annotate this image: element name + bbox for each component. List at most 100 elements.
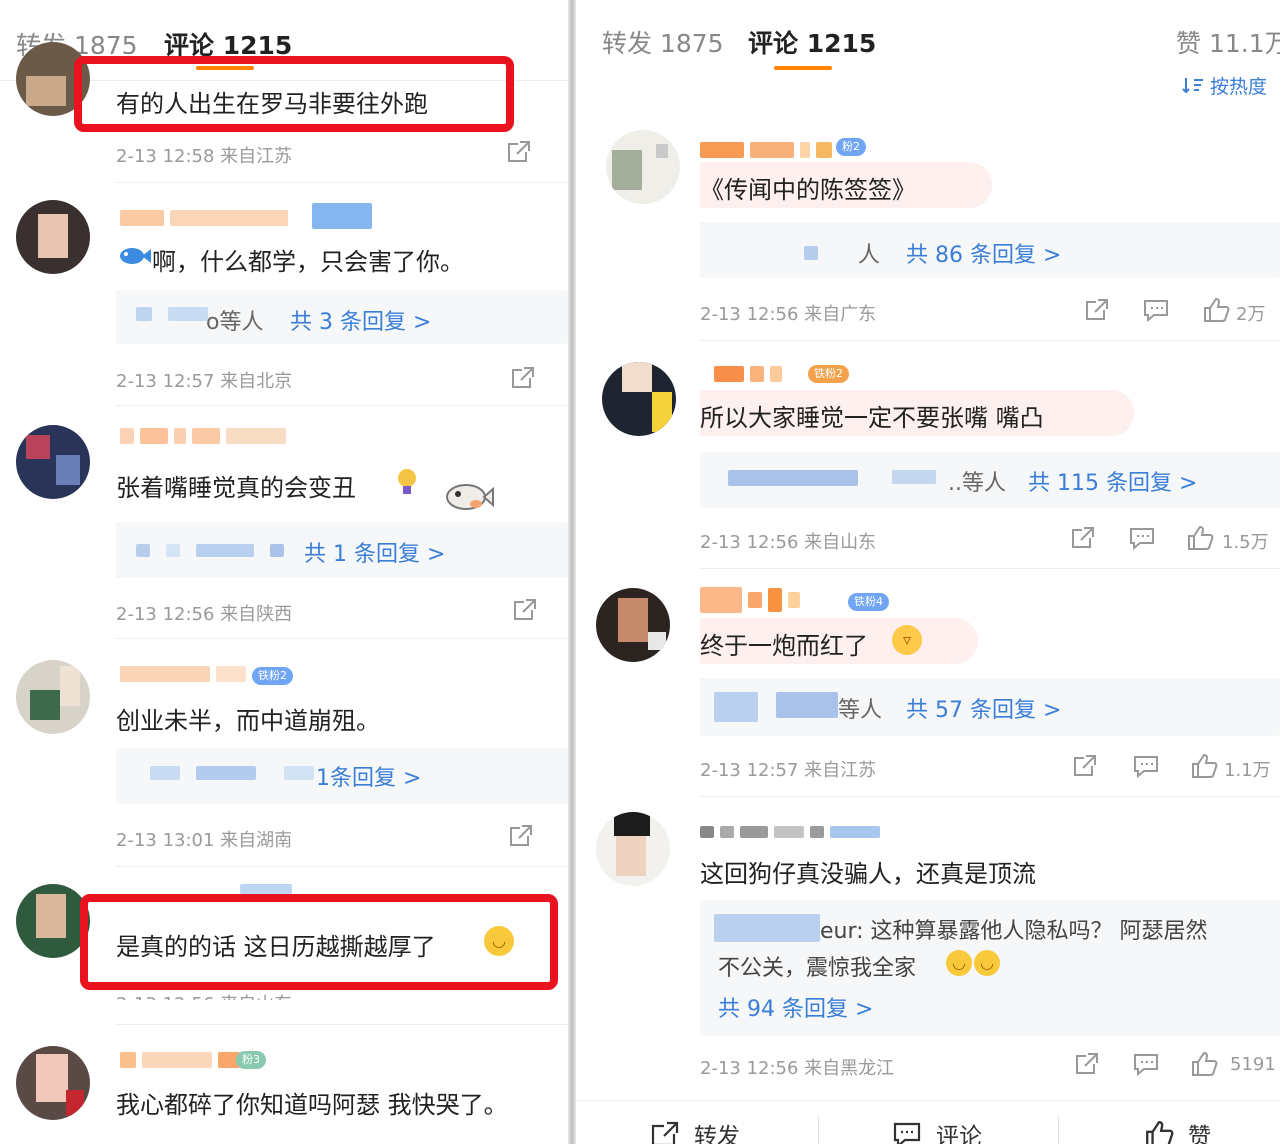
avatar[interactable] bbox=[606, 130, 680, 204]
avatar[interactable] bbox=[596, 812, 670, 886]
divider bbox=[116, 638, 568, 639]
comment-label: 评论 bbox=[936, 1124, 982, 1144]
avatar[interactable] bbox=[16, 1046, 90, 1120]
comment-icon[interactable] bbox=[1132, 1052, 1160, 1076]
sort-by-hot[interactable]: 按热度 bbox=[1210, 72, 1267, 99]
like-icon[interactable] bbox=[1190, 752, 1218, 780]
user-badge bbox=[312, 203, 372, 229]
username-blurred[interactable] bbox=[700, 142, 832, 158]
highlight-box bbox=[74, 56, 514, 132]
reply-user-blurred bbox=[196, 544, 254, 557]
comment-meta: 2-13 12:58 来自江苏 bbox=[116, 146, 293, 167]
share-icon[interactable] bbox=[506, 140, 532, 164]
avatar[interactable] bbox=[16, 660, 90, 734]
comment-meta: 2-13 12:57 来自江苏 bbox=[700, 760, 877, 781]
reply-users: 等人 bbox=[838, 698, 883, 723]
repost-icon bbox=[651, 1121, 679, 1144]
share-icon[interactable] bbox=[1072, 754, 1098, 778]
comment-meta: 2-13 12:56 来自陕西 bbox=[116, 604, 293, 625]
reply-user-blurred bbox=[728, 470, 858, 486]
reply-user-blurred bbox=[166, 544, 180, 557]
comment-text: 这回狗仔真没骗人，还真是顶流 bbox=[700, 860, 1036, 888]
reply-text: 不公关，震惊我全家 bbox=[718, 956, 917, 981]
comment-meta: 2-13 12:56 来自山东 bbox=[116, 990, 292, 1000]
like-icon[interactable] bbox=[1190, 1050, 1218, 1078]
username-blurred[interactable] bbox=[700, 587, 800, 613]
laughing-emoji-icon: ▿ bbox=[892, 625, 922, 655]
reply-count-link[interactable]: 1条回复 > bbox=[316, 760, 421, 792]
divider bbox=[700, 568, 1280, 569]
comment-icon[interactable] bbox=[1132, 754, 1160, 778]
reply-count-link[interactable]: 共 94 条回复 > bbox=[718, 991, 873, 1023]
avatar[interactable] bbox=[16, 425, 90, 499]
like-count: 1.5万 bbox=[1222, 532, 1269, 553]
username-blurred[interactable] bbox=[700, 824, 880, 840]
share-icon[interactable] bbox=[1070, 526, 1096, 550]
username-blurred[interactable] bbox=[120, 666, 246, 682]
username-blurred[interactable] bbox=[240, 884, 292, 894]
reply-user-blurred bbox=[150, 766, 180, 780]
divider bbox=[700, 340, 1280, 341]
fan-badge: 铁粉2 bbox=[252, 667, 293, 685]
like-count: 1.1万 bbox=[1224, 760, 1271, 781]
reply-count-link[interactable]: 共 3 条回复 > bbox=[290, 304, 431, 336]
comment-icon[interactable] bbox=[1142, 298, 1170, 322]
username-blurred[interactable] bbox=[120, 1052, 240, 1068]
fan-badge: 铁粉2 bbox=[808, 365, 849, 383]
like-count: 2万 bbox=[1236, 304, 1266, 325]
divider bbox=[116, 405, 568, 406]
username-blurred[interactable] bbox=[714, 366, 782, 382]
reply-text: eur: 这种算暴露他人隐私吗？ 阿瑟居然 bbox=[820, 919, 1208, 944]
fish-emoji-icon bbox=[120, 248, 151, 264]
share-icon[interactable] bbox=[1084, 298, 1110, 322]
like-button[interactable]: 赞 bbox=[1144, 1117, 1211, 1144]
share-icon[interactable] bbox=[512, 598, 538, 622]
fish-sticker-icon bbox=[446, 484, 494, 510]
avatar[interactable] bbox=[602, 362, 676, 436]
comment-icon bbox=[893, 1122, 921, 1144]
like-count: 5191 bbox=[1230, 1054, 1276, 1075]
reply-user-blurred bbox=[168, 307, 208, 321]
avatar[interactable] bbox=[596, 588, 670, 662]
comment-button[interactable]: 评论 bbox=[892, 1117, 982, 1144]
reply-count-link[interactable]: 共 57 条回复 > bbox=[906, 692, 1061, 724]
like-icon[interactable] bbox=[1186, 524, 1214, 552]
reply-user-blurred bbox=[776, 692, 838, 718]
username-blurred[interactable] bbox=[120, 210, 288, 226]
tab-comments[interactable]: 评论 1215 bbox=[748, 24, 876, 60]
like-icon bbox=[1146, 1121, 1174, 1144]
divider bbox=[116, 1024, 568, 1025]
repost-button[interactable]: 转发 bbox=[650, 1117, 740, 1144]
comment-text: 啊，什么都学，只会害了你。 bbox=[152, 248, 464, 276]
sort-icon[interactable] bbox=[1182, 76, 1204, 94]
comment-icon[interactable] bbox=[1128, 526, 1156, 550]
username-blurred[interactable] bbox=[120, 428, 286, 444]
reply-count-link[interactable]: 共 86 条回复 > bbox=[906, 237, 1061, 269]
reply-users: ..等人 bbox=[948, 471, 1006, 496]
right-screenshot-panel: 转发 1875 评论 1215 赞 11.1万 按热度 粉2 《传闻中的陈签签》… bbox=[576, 0, 1280, 1144]
reply-count-link[interactable]: 共 115 条回复 > bbox=[1028, 465, 1197, 497]
reply-user-blurred bbox=[892, 470, 936, 484]
bottom-toolbar: 转发 评论 赞 bbox=[576, 1100, 1280, 1144]
avatar[interactable] bbox=[16, 884, 90, 958]
share-icon[interactable] bbox=[1074, 1052, 1100, 1076]
divider bbox=[116, 182, 568, 183]
divider bbox=[818, 1115, 819, 1144]
tab-likes[interactable]: 赞 11.1万 bbox=[1176, 24, 1280, 60]
reply-users: 人 bbox=[858, 243, 881, 268]
comment-meta: 2-13 12:56 来自黑龙江 bbox=[700, 1058, 895, 1079]
reply-user-blurred bbox=[270, 544, 284, 557]
tab-repost[interactable]: 转发 1875 bbox=[602, 24, 724, 60]
fan-badge: 粉2 bbox=[836, 138, 866, 156]
comment-meta: 2-13 13:01 来自湖南 bbox=[116, 830, 293, 851]
divider bbox=[1058, 1115, 1059, 1144]
like-icon[interactable] bbox=[1202, 296, 1230, 324]
reply-users: o等人 bbox=[206, 310, 264, 335]
reply-count-link[interactable]: 共 1 条回复 > bbox=[304, 536, 445, 568]
comment-text: 我心都碎了你知道吗阿瑟 我快哭了。 bbox=[116, 1091, 508, 1119]
avatar[interactable] bbox=[16, 200, 90, 274]
share-icon[interactable] bbox=[508, 824, 534, 848]
active-tab-indicator bbox=[774, 66, 832, 70]
reply-user-blurred bbox=[714, 914, 820, 942]
share-icon[interactable] bbox=[510, 366, 536, 390]
